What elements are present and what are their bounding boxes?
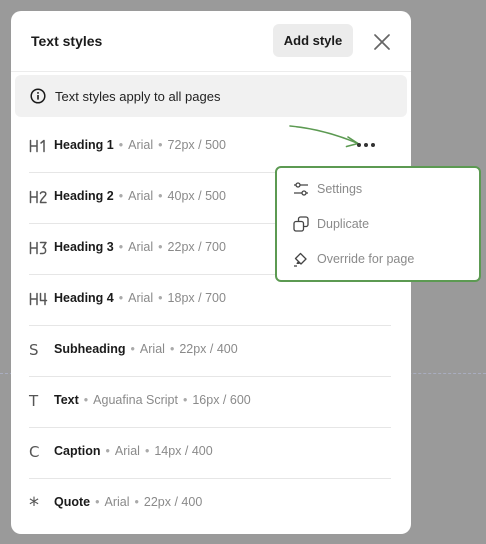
separator-dot: • (130, 342, 135, 356)
separator-dot: • (118, 138, 124, 152)
menu-item-duplicate[interactable]: Duplicate (277, 209, 479, 239)
separator-dot: • (182, 393, 188, 407)
caption-icon: C (29, 443, 40, 461)
h3-icon (29, 240, 49, 256)
h1-icon (29, 138, 49, 154)
separator-dot: • (83, 393, 89, 407)
text-icon: T (29, 392, 39, 410)
separator-dot: • (158, 240, 163, 254)
style-name: Heading 3 (54, 240, 114, 254)
style-spec: 40px / 500 (167, 189, 226, 203)
separator-dot: • (118, 291, 124, 305)
style-options-menu: Settings Duplicate Override for page (275, 166, 481, 282)
separator-dot: • (144, 444, 150, 458)
style-name: Heading 2 (54, 189, 114, 203)
info-banner: Text styles apply to all pages (15, 75, 407, 117)
sliders-icon (293, 181, 309, 197)
separator-dot: • (118, 240, 124, 254)
close-icon[interactable] (371, 31, 393, 53)
style-font: Arial (114, 444, 140, 458)
style-name: Caption (54, 444, 101, 458)
style-name: Heading 4 (54, 291, 114, 305)
style-spec: 72px / 500 (167, 138, 226, 152)
panel-title: Text styles (31, 33, 103, 49)
asterisk-icon: * (29, 493, 39, 517)
style-spec: 14px / 400 (154, 444, 213, 458)
info-text: Text styles apply to all pages (55, 89, 221, 104)
panel-header: Text styles Add style (11, 11, 411, 72)
style-spec: 22px / 400 (143, 495, 203, 509)
style-spec: 22px / 700 (167, 240, 226, 254)
style-font: Arial (139, 342, 165, 356)
style-font: Arial (128, 240, 154, 254)
style-row-text[interactable]: T Text • Aguafina Script • 16px / 600 (29, 376, 391, 428)
separator-dot: • (158, 189, 163, 203)
separator-dot: • (105, 444, 110, 458)
menu-label: Duplicate (317, 217, 370, 231)
style-row-caption[interactable]: C Caption • Arial • 14px / 400 (29, 427, 391, 479)
style-font: Aguafina Script (93, 393, 178, 407)
info-icon (30, 88, 46, 104)
style-font: Arial (128, 138, 154, 152)
add-style-button[interactable]: Add style (273, 24, 353, 57)
style-font: Arial (104, 495, 130, 509)
style-name: Heading 1 (54, 138, 114, 152)
style-name: Text (54, 393, 79, 407)
h4-icon (29, 291, 49, 307)
style-name: Subheading (54, 342, 126, 356)
style-name: Quote (54, 495, 91, 509)
style-row-quote[interactable]: * Quote • Arial • 22px / 400 (29, 478, 391, 529)
style-font: Arial (128, 291, 154, 305)
separator-dot: • (169, 342, 175, 356)
separator-dot: • (158, 291, 163, 305)
separator-dot: • (118, 189, 124, 203)
menu-label: Settings (317, 182, 363, 196)
separator-dot: • (158, 138, 163, 152)
style-spec: 16px / 600 (192, 393, 251, 407)
style-font: Arial (128, 189, 154, 203)
menu-label: Override for page (317, 252, 415, 266)
h2-icon (29, 189, 49, 205)
subheading-icon: S (29, 341, 39, 359)
separator-dot: • (134, 495, 139, 509)
annotation-arrow-icon (289, 125, 359, 148)
style-spec: 22px / 400 (179, 342, 238, 356)
style-row-subheading[interactable]: S Subheading • Arial • 22px / 400 (29, 325, 391, 377)
style-spec: 18px / 700 (167, 291, 226, 305)
paint-bucket-icon (293, 251, 309, 267)
menu-item-settings[interactable]: Settings (277, 174, 479, 204)
menu-item-override-for-page[interactable]: Override for page (277, 244, 479, 274)
duplicate-icon (293, 216, 309, 232)
separator-dot: • (95, 495, 100, 509)
more-options-icon[interactable] (355, 137, 377, 153)
